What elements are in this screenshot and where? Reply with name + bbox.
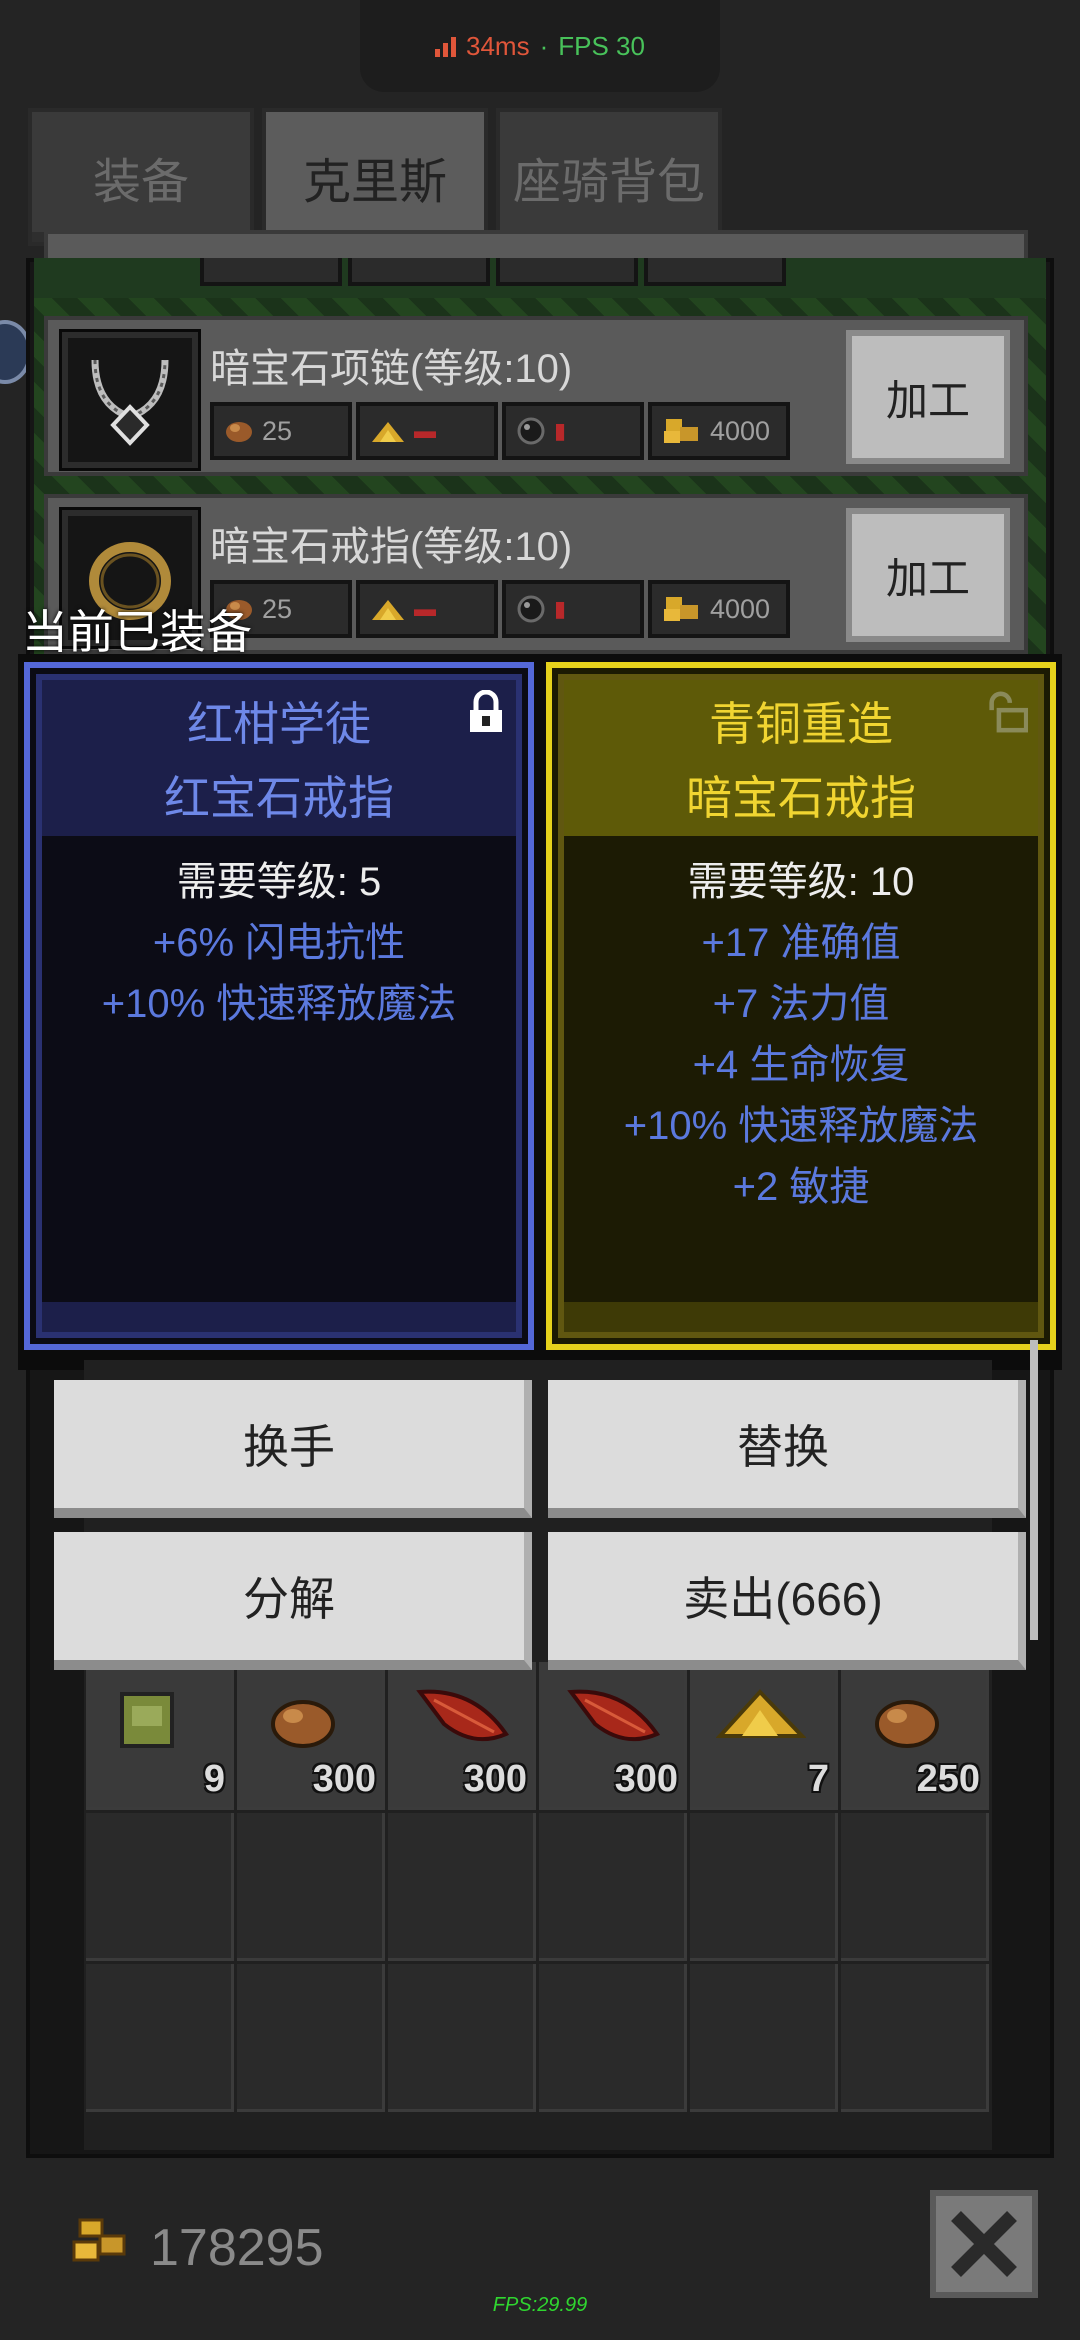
sell-button[interactable]: 卖出(666) xyxy=(548,1532,1026,1670)
current-item-stat: +6% 闪电抗性 xyxy=(152,921,406,965)
new-item-stat: +17 准确值 xyxy=(701,921,901,965)
craft-button[interactable]: 加工 xyxy=(846,330,1010,464)
inventory-slot[interactable] xyxy=(388,1964,536,2112)
new-item-stat: +10% 快速释放魔法 xyxy=(623,1104,979,1148)
cost-dark-gem: ▮ xyxy=(502,402,644,460)
inventory-slot[interactable]: 300 xyxy=(539,1662,687,1810)
ore-icon xyxy=(263,1684,343,1759)
inventory-slot[interactable]: 300 xyxy=(237,1662,385,1810)
new-item-name: 暗宝石戒指 xyxy=(686,772,916,824)
inventory-slot[interactable] xyxy=(539,1964,687,2112)
current-item-stat: +10% 快速释放魔法 xyxy=(101,982,457,1026)
red-leaf-icon xyxy=(414,1684,514,1759)
cost-gold: 4000 xyxy=(648,580,790,638)
item-count: 9 xyxy=(203,1758,225,1800)
tab-equipment[interactable]: 装备 xyxy=(28,108,254,246)
inventory-slot[interactable] xyxy=(690,1813,838,1961)
dark-gem-icon xyxy=(517,417,545,445)
item-count: 250 xyxy=(916,1758,980,1800)
item-count: 7 xyxy=(807,1758,829,1800)
inventory-slot[interactable]: 300 xyxy=(388,1662,536,1810)
new-item-stat: +7 法力值 xyxy=(712,982,890,1026)
fps-text: FPS 30 xyxy=(558,30,645,61)
close-icon xyxy=(951,2211,1017,2277)
close-button[interactable] xyxy=(930,2190,1038,2298)
backpack-icon xyxy=(112,1684,182,1759)
current-item-prefix: 红柑学徒 xyxy=(187,698,371,750)
lock-open-icon[interactable] xyxy=(988,690,1028,734)
replace-button[interactable]: 替换 xyxy=(548,1380,1026,1518)
gold-pile-icon xyxy=(372,600,404,620)
cost-gold: 4000 xyxy=(648,402,790,460)
crafting-row: 暗宝石项链(等级:10) 25 ▬ ▮ 4000 加工 xyxy=(44,316,1028,476)
item-count: 300 xyxy=(312,1758,376,1800)
signal-icon xyxy=(435,35,457,57)
inventory-slot[interactable] xyxy=(841,1813,989,1961)
craft-button[interactable]: 加工 xyxy=(846,508,1010,642)
scrollbar[interactable] xyxy=(1030,1340,1038,1640)
inventory-slot[interactable] xyxy=(690,1964,838,2112)
new-item-stat: +2 敏捷 xyxy=(732,1165,870,1209)
gold-coins-icon xyxy=(72,2218,126,2262)
new-item-prefix: 青铜重造 xyxy=(709,698,893,750)
new-item-card: 青铜重造 暗宝石戒指 需要等级: 10 +17 准确值 +7 法力值 +4 生命… xyxy=(546,662,1056,1350)
gold-amount: 178295 xyxy=(150,2219,324,2277)
item-count: 300 xyxy=(614,1758,678,1800)
perf-overlay: 34ms · FPS 30 xyxy=(360,0,720,92)
inventory-slot[interactable] xyxy=(237,1813,385,1961)
salvage-button[interactable]: 分解 xyxy=(54,1532,532,1670)
latency-text: 34ms xyxy=(466,30,530,61)
inventory-slot[interactable] xyxy=(237,1964,385,2112)
new-item-requirement: 需要等级: 10 xyxy=(687,860,915,904)
lock-closed-icon[interactable] xyxy=(466,690,506,734)
equipped-label: 当前已装备 xyxy=(22,606,252,658)
necklace-icon xyxy=(59,329,201,471)
ore-icon xyxy=(867,1684,947,1759)
fps-counter: FPS:29.99 xyxy=(492,2294,588,2316)
swap-hand-button[interactable]: 换手 xyxy=(54,1380,532,1518)
inventory-slot[interactable] xyxy=(539,1813,687,1961)
current-item-requirement: 需要等级: 5 xyxy=(176,860,382,904)
new-item-stat: +4 生命恢复 xyxy=(692,1043,910,1087)
cost-ore: 25 xyxy=(210,402,352,460)
red-leaf-icon xyxy=(565,1684,665,1759)
dark-gem-icon xyxy=(517,595,545,623)
current-item-card: 红柑学徒 红宝石戒指 需要等级: 5 +6% 闪电抗性 +10% 快速释放魔法 xyxy=(24,662,534,1350)
inventory-slot[interactable] xyxy=(388,1813,536,1961)
tab-chris[interactable]: 克里斯 xyxy=(262,108,488,246)
item-count: 300 xyxy=(463,1758,527,1800)
cost-dark-gem: ▮ xyxy=(502,580,644,638)
inventory-slot[interactable] xyxy=(86,1813,234,1961)
inventory-slot[interactable]: 9 xyxy=(86,1662,234,1810)
crafting-row-partial-costs xyxy=(200,258,800,288)
cost-gold-dust: ▬ xyxy=(356,580,498,638)
inventory-slot[interactable] xyxy=(86,1964,234,2112)
cost-gold-dust: ▬ xyxy=(356,402,498,460)
gold-pile-icon xyxy=(372,422,404,442)
tab-mount-bag[interactable]: 座骑背包 xyxy=(496,108,722,246)
gold-coins-icon xyxy=(664,419,698,443)
craft-item-name: 暗宝石项链(等级:10) xyxy=(210,347,573,391)
inventory-slot[interactable] xyxy=(841,1964,989,2112)
perf-separator: · xyxy=(539,30,549,61)
gold-pile-icon xyxy=(715,1684,807,1749)
gold-coins-icon xyxy=(664,597,698,621)
inventory-slot[interactable]: 7 xyxy=(690,1662,838,1810)
craft-item-name: 暗宝石戒指(等级:10) xyxy=(210,525,573,569)
ore-icon xyxy=(226,422,252,442)
current-item-name: 红宝石戒指 xyxy=(164,772,394,824)
inventory-slot[interactable]: 250 xyxy=(841,1662,989,1810)
